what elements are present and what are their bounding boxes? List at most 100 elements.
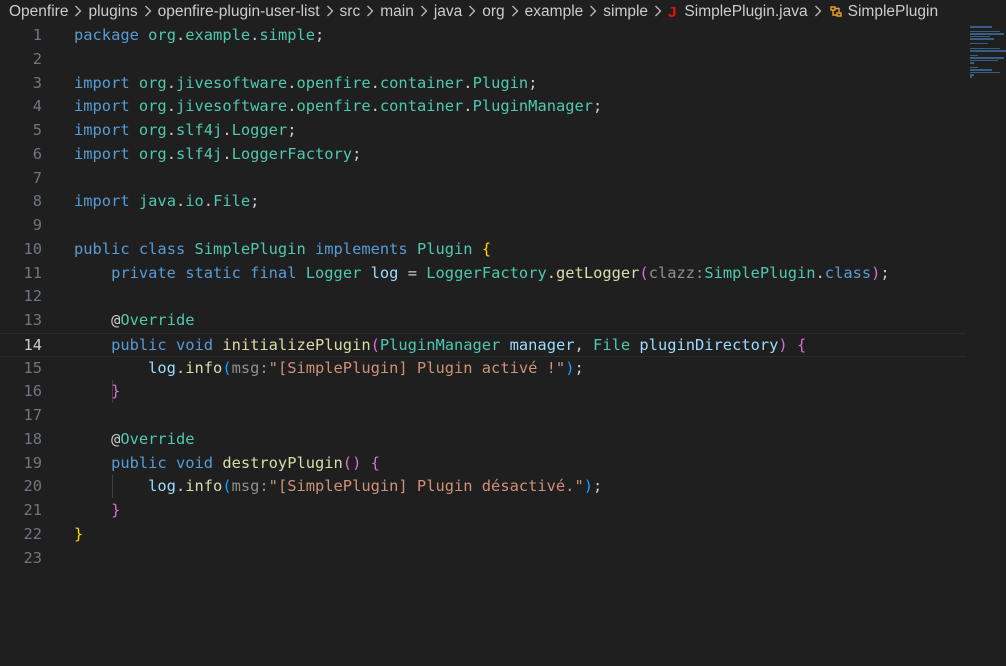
code-line[interactable]: 15 log.info(msg:"[SimplePlugin] Plugin a… — [0, 357, 966, 381]
code-token: jivesoftware — [175, 73, 288, 92]
line-number: 10 — [23, 239, 42, 258]
code-line[interactable]: 23 — [0, 547, 966, 571]
code-line[interactable]: 6 import org.slf4j.LoggerFactory; — [0, 143, 966, 167]
breadcrumb-item[interactable]: plugins — [88, 3, 137, 21]
code-token: org — [148, 26, 176, 44]
minimap-line — [970, 76, 972, 78]
code-token: container — [379, 97, 464, 116]
code-line[interactable]: 13 @Override — [0, 309, 966, 333]
breadcrumb-file[interactable]: SimplePlugin.java — [684, 3, 807, 21]
code-token: void — [175, 453, 214, 472]
code-token: , — [574, 335, 594, 354]
minimap-line — [970, 50, 1006, 52]
code-token: class — [824, 263, 872, 282]
code-line[interactable]: 1 package org.example.simple; — [0, 24, 966, 48]
code-line[interactable]: 2 — [0, 48, 966, 72]
code-token: { — [796, 335, 807, 354]
chevron-right-icon — [144, 4, 152, 20]
code-text: } — [74, 499, 120, 523]
code-token: . — [250, 26, 260, 44]
code-token: Override — [120, 429, 195, 448]
breadcrumb-item[interactable]: example — [525, 3, 584, 21]
chevron-right-icon — [74, 4, 82, 20]
code-token: . — [463, 73, 473, 92]
minimap-line — [970, 35, 990, 38]
line-number: 1 — [32, 26, 42, 44]
minimap-line — [970, 38, 994, 40]
minimap[interactable] — [968, 26, 1006, 86]
code-token: log — [148, 358, 176, 377]
line-number: 2 — [32, 49, 42, 68]
line-number: 9 — [32, 216, 42, 234]
breadcrumb-item[interactable]: java — [434, 3, 462, 21]
code-token: PluginManager — [472, 97, 594, 116]
code-line[interactable]: 20 log.info(msg:"[SimplePlugin] Plugin d… — [0, 475, 966, 499]
code-line[interactable]: 10 public class SimplePlugin implements P… — [0, 238, 966, 262]
code-line[interactable]: 5 import org.slf4j.Logger; — [0, 119, 966, 143]
code-token: ( — [222, 358, 232, 377]
code-line[interactable]: 4 import org.jivesoftware.openfire.contai… — [0, 95, 966, 119]
breadcrumb-symbol[interactable]: SimplePlugin — [848, 3, 938, 21]
breadcrumb-item[interactable]: Openfire — [9, 3, 68, 21]
code-token: . — [370, 73, 380, 92]
breadcrumb-item[interactable]: main — [380, 3, 414, 21]
code-text: public void initializePlugin(PluginManag… — [74, 334, 806, 358]
code-token: Override — [120, 311, 195, 329]
code-line[interactable]: 22} — [0, 523, 966, 547]
code-line[interactable]: 14 public void initializePlugin(PluginMa… — [0, 332, 966, 358]
code-line[interactable]: 12 — [0, 285, 966, 309]
code-token: info — [185, 477, 223, 496]
code-line[interactable]: 7 — [0, 167, 966, 191]
code-line[interactable]: 11 private static final Logger log = Log… — [0, 262, 966, 286]
breadcrumb-item[interactable]: org — [482, 3, 504, 21]
code-text: } — [74, 380, 120, 404]
code-token: ; — [352, 144, 362, 163]
line-number: 11 — [23, 263, 42, 282]
breadcrumb-item[interactable]: src — [340, 3, 361, 21]
breadcrumb-item[interactable]: openfire-plugin-user-list — [158, 3, 320, 21]
chevron-right-icon — [589, 4, 597, 20]
code-token: org — [138, 121, 167, 139]
code-line[interactable]: 9 — [0, 214, 966, 238]
line-number: 12 — [23, 287, 42, 306]
code-line[interactable]: 18 @Override — [0, 428, 966, 452]
code-text: import org.slf4j.Logger; — [74, 119, 297, 143]
code-token: Plugin — [472, 73, 529, 92]
code-token: public — [111, 335, 167, 354]
code-editor[interactable]: 1 package org.example.simple; 2 3 import org… — [0, 24, 966, 666]
breadcrumb-item[interactable]: simple — [603, 3, 648, 21]
code-line[interactable]: 21 } — [0, 499, 966, 523]
code-text: import org.jivesoftware.openfire.contain… — [74, 95, 602, 119]
code-line[interactable]: 16 } — [0, 380, 966, 404]
code-line[interactable]: 3 import org.jivesoftware.openfire.contai… — [0, 72, 966, 96]
code-token: manager — [509, 335, 575, 354]
code-token: . — [175, 192, 186, 211]
code-line[interactable]: 19 public void destroyPlugin() { — [0, 452, 966, 476]
code-token: final — [250, 263, 297, 282]
code-token: ( — [370, 335, 380, 354]
code-token: . — [463, 97, 473, 116]
chevron-right-icon — [420, 4, 428, 20]
code-token: openfire — [296, 73, 371, 92]
code-line[interactable]: 17 — [0, 404, 966, 428]
code-token: jivesoftware — [175, 97, 288, 116]
code-token: ; — [315, 26, 325, 44]
line-number: 20 — [23, 477, 42, 496]
breadcrumb: Openfire plugins openfire-plugin-user-list… — [0, 0, 1006, 24]
code-token: File — [213, 192, 251, 211]
code-token: . — [546, 263, 557, 282]
code-line[interactable]: 8 import java.io.File; — [0, 190, 966, 214]
